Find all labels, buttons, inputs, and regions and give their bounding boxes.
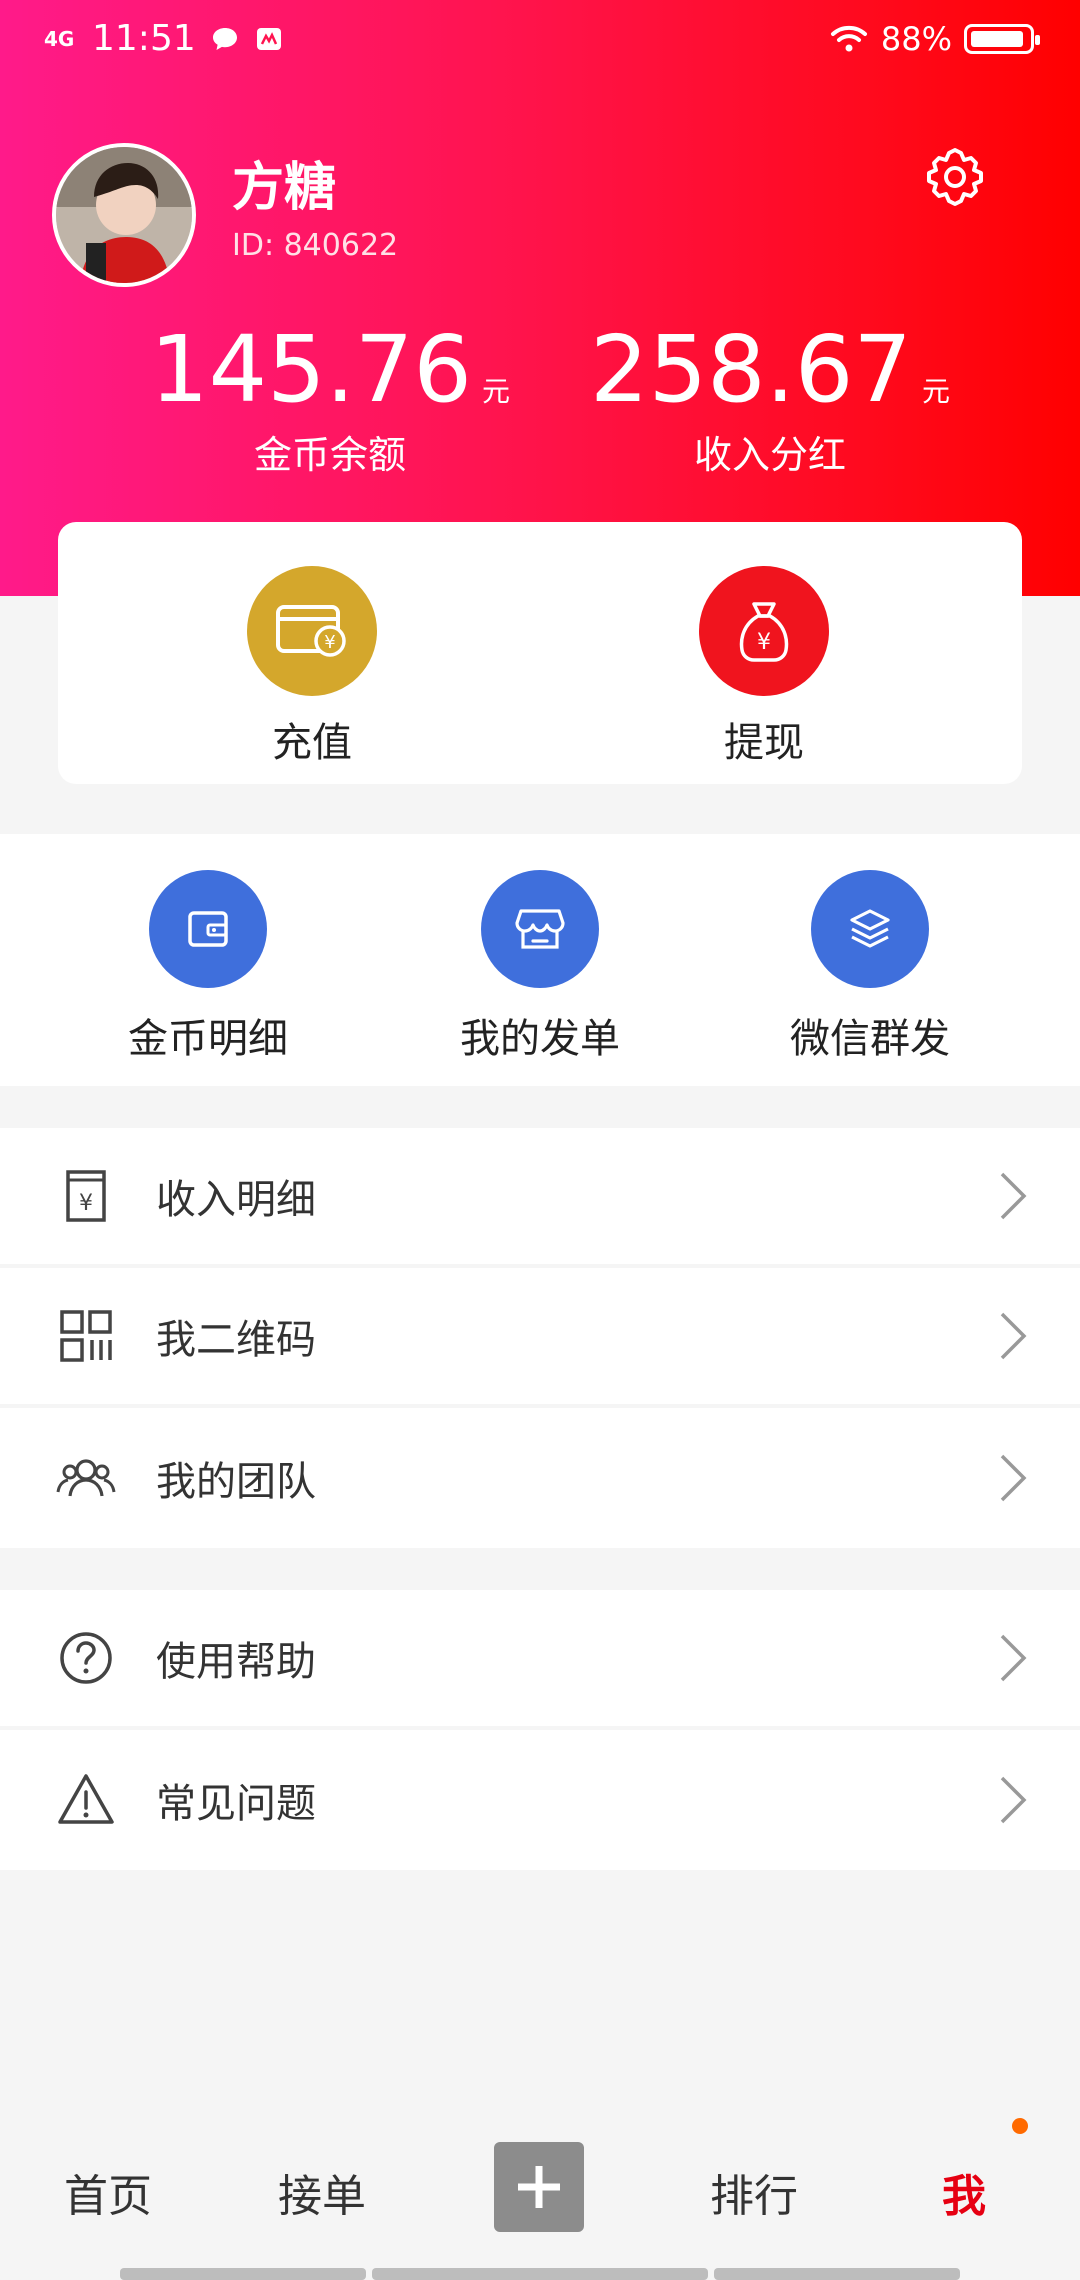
coin-balance-value: 145.76: [150, 316, 472, 423]
withdraw-label: 提现: [724, 720, 804, 766]
nav-me[interactable]: 我: [942, 2160, 986, 2224]
battery-percent: 88%: [880, 20, 952, 58]
chevron-right-icon: [1000, 1172, 1027, 1220]
withdraw-button[interactable]: ¥ 提现: [664, 566, 864, 768]
income-dividend-value: 258.67: [590, 316, 912, 423]
battery-icon: [964, 24, 1040, 54]
wechat-broadcast-label: 微信群发: [790, 1016, 950, 1062]
avatar[interactable]: [52, 143, 196, 287]
user-id: ID: 840622: [232, 228, 399, 263]
nav-home[interactable]: 首页: [64, 2160, 152, 2224]
gesture-bar: [120, 2268, 366, 2280]
menu-label: 我的团队: [156, 1459, 316, 1505]
menu-item-my-team[interactable]: 我的团队: [0, 1408, 1080, 1548]
recharge-label: 充值: [272, 720, 352, 766]
menu-group-account: ¥ 收入明细 我二维码 我的团队: [0, 1128, 1080, 1548]
chat-icon: [212, 27, 237, 50]
income-dividend-label: 收入分红: [693, 433, 846, 477]
username: 方糖: [232, 158, 337, 218]
svg-text:¥: ¥: [757, 630, 771, 655]
wallet-yen-icon: ¥: [247, 566, 377, 696]
menu-group-help: 使用帮助 常见问题: [0, 1590, 1080, 1870]
receipt-yen-icon: ¥: [66, 1170, 106, 1222]
gear-icon[interactable]: [920, 142, 990, 212]
help-circle-icon: [60, 1632, 112, 1684]
nav-ranking[interactable]: 排行: [710, 2160, 798, 2224]
notification-dot: [1012, 2118, 1028, 2134]
chevron-right-icon: [1000, 1454, 1027, 1502]
network-indicator: 4G: [44, 26, 75, 51]
wechat-broadcast-button[interactable]: 微信群发: [740, 870, 1000, 1064]
my-orders-label: 我的发单: [460, 1016, 620, 1062]
team-icon: [56, 1459, 116, 1497]
wifi-icon: [830, 25, 867, 52]
svg-text:¥: ¥: [324, 632, 335, 653]
svg-text:¥: ¥: [79, 1191, 93, 1216]
menu-item-income-details[interactable]: ¥ 收入明细: [0, 1128, 1080, 1268]
money-bag-icon: ¥: [699, 566, 829, 696]
header-background: [0, 0, 1080, 596]
menu-item-faq[interactable]: 常见问题: [0, 1730, 1080, 1870]
qrcode-icon: [60, 1310, 112, 1362]
menu-label: 收入明细: [156, 1177, 316, 1223]
coin-balance-label: 金币余额: [253, 433, 406, 477]
chevron-right-icon: [1000, 1634, 1027, 1682]
income-dividend-unit: 元: [921, 375, 950, 408]
coin-details-button[interactable]: 金币明细: [78, 870, 338, 1064]
chevron-right-icon: [1000, 1776, 1027, 1824]
quick-actions: 金币明细 我的发单 微信群发: [0, 834, 1080, 1086]
plus-icon: [518, 2166, 560, 2208]
app-notification-icon: [256, 27, 281, 50]
status-bar: 4G 11:51 88%: [0, 0, 1080, 86]
menu-label: 我二维码: [156, 1317, 316, 1363]
menu-label: 使用帮助: [156, 1639, 316, 1685]
my-orders-button[interactable]: 我的发单: [410, 870, 670, 1064]
nav-take-orders[interactable]: 接单: [278, 2160, 366, 2224]
coin-details-label: 金币明细: [128, 1016, 288, 1062]
wallet-icon: [149, 870, 267, 988]
menu-label: 常见问题: [156, 1781, 316, 1827]
status-time: 11:51: [92, 18, 196, 59]
menu-item-my-qrcode[interactable]: 我二维码: [0, 1268, 1080, 1408]
gesture-bar: [372, 2268, 708, 2280]
coin-balance-unit: 元: [481, 375, 510, 408]
coin-balance-stat[interactable]: 145.76 元 金币余额: [120, 320, 540, 479]
menu-item-usage-help[interactable]: 使用帮助: [0, 1590, 1080, 1730]
gesture-bar: [714, 2268, 960, 2280]
action-card: ¥ 充值 ¥ 提现: [58, 522, 1022, 784]
warning-icon: [58, 1774, 114, 1824]
create-button[interactable]: [494, 2142, 584, 2232]
recharge-button[interactable]: ¥ 充值: [212, 566, 412, 768]
bottom-nav: 首页 接单 排行 我: [0, 2130, 1080, 2260]
income-dividend-stat[interactable]: 258.67 元 收入分红: [560, 320, 980, 479]
store-icon: [481, 870, 599, 988]
layers-icon: [811, 870, 929, 988]
chevron-right-icon: [1000, 1312, 1027, 1360]
